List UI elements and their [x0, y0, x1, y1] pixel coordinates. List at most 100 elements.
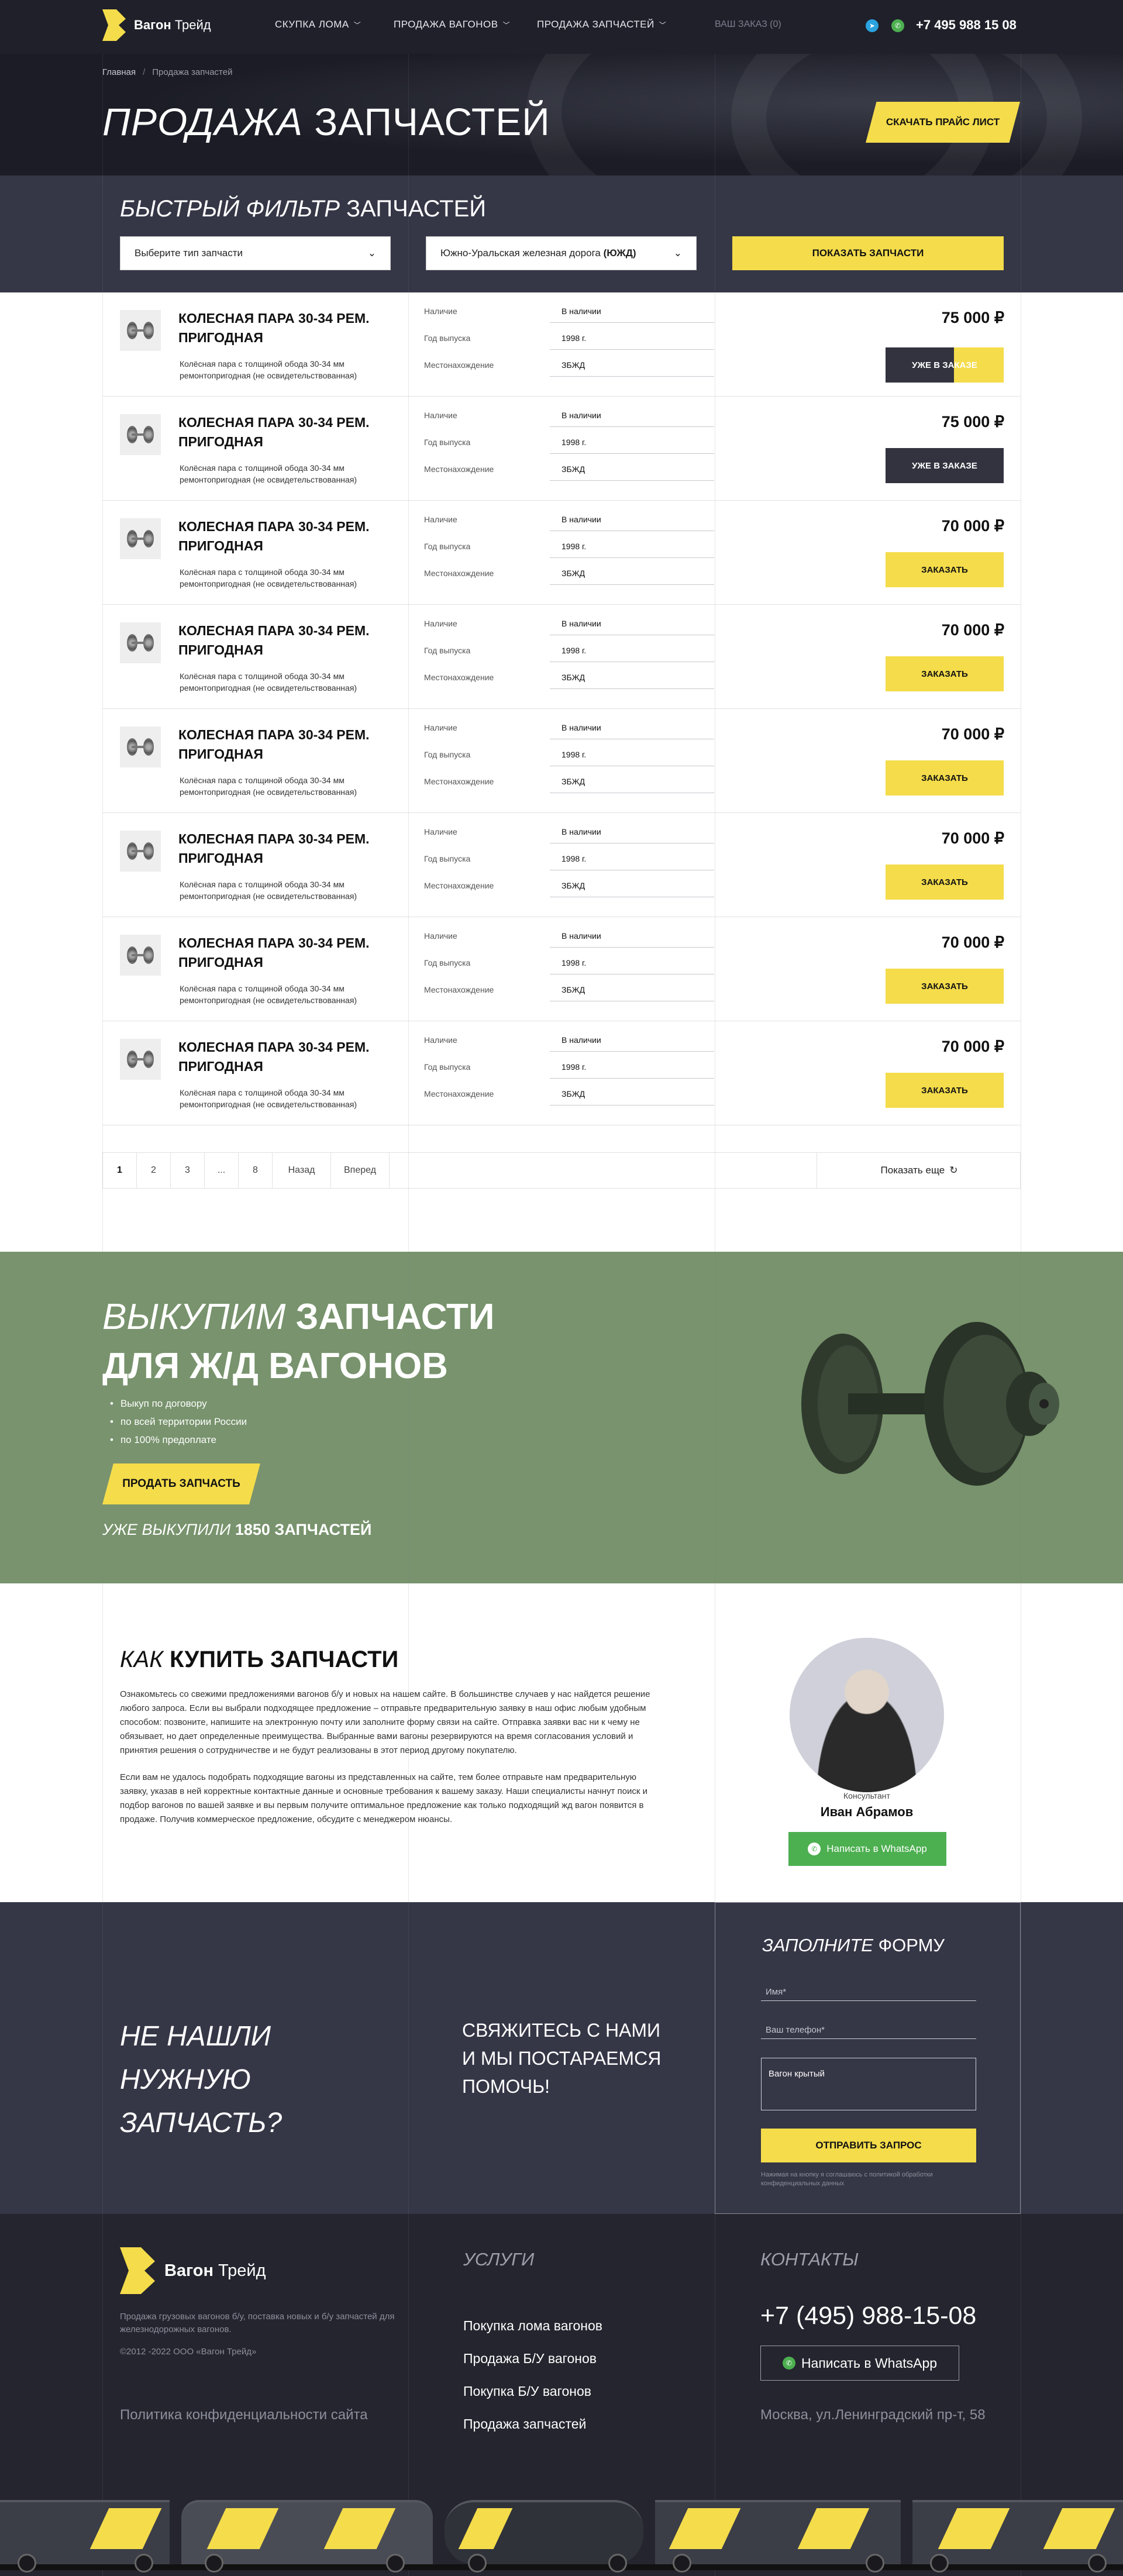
sell-part-button[interactable]: ПРОДАТЬ ЗАПЧАСТЬ — [102, 1463, 260, 1504]
product-name[interactable]: КОЛЕСНАЯ ПАРА 30-34 РЕМ. ПРИГОДНАЯ — [178, 1038, 389, 1076]
spec-value: В наличии — [562, 723, 601, 732]
spec-row: Наличие В наличии — [408, 505, 715, 531]
spec-row: Год выпуска 1998 г. — [408, 636, 715, 662]
page-8[interactable]: 8 — [239, 1153, 273, 1188]
how-title-bold: КУПИТЬ ЗАПЧАСТИ — [169, 1647, 399, 1672]
spec-label: Местонахождение — [424, 777, 494, 786]
header-phone[interactable]: +7 495 988 15 08 — [916, 18, 1017, 33]
product-image[interactable] — [120, 622, 161, 663]
order-button[interactable]: ЗАКАЗАТЬ — [886, 969, 1004, 1004]
product-name[interactable]: КОЛЕСНАЯ ПАРА 30-34 РЕМ. ПРИГОДНАЯ — [178, 621, 389, 660]
phone-field[interactable]: Ваш телефон* — [761, 2021, 976, 2039]
product-row: КОЛЕСНАЯ ПАРА 30-34 РЕМ. ПРИГОДНАЯ Колёсн… — [102, 605, 1021, 709]
product-name[interactable]: КОЛЕСНАЯ ПАРА 30-34 РЕМ. ПРИГОДНАЯ — [178, 829, 389, 868]
spec-label: Год выпуска — [424, 854, 471, 863]
submit-request-button[interactable]: ОТПРАВИТЬ ЗАПРОС — [761, 2129, 976, 2162]
download-price-button[interactable]: СКАЧАТЬ ПРАЙС ЛИСТ — [866, 102, 1020, 143]
footer-logo[interactable]: Вагон Трейд — [120, 2247, 266, 2294]
product-image[interactable] — [120, 726, 161, 767]
spec-row: Год выпуска 1998 г. — [408, 1053, 715, 1079]
privacy-policy-link[interactable]: Политика конфиденциальности сайта — [120, 2407, 368, 2423]
show-parts-button[interactable]: ПОКАЗАТЬ ЗАПЧАСТИ — [732, 236, 1004, 270]
spec-label: Местонахождение — [424, 881, 494, 890]
chevron-down-icon: ﹀ — [353, 20, 361, 29]
product-image[interactable] — [120, 310, 161, 351]
breadcrumb-home[interactable]: Главная — [102, 67, 136, 77]
breadcrumb-separator: / — [143, 67, 146, 77]
spec-label: Местонахождение — [424, 673, 494, 682]
whatsapp-icon[interactable]: ✆ — [891, 19, 904, 32]
product-image[interactable] — [120, 935, 161, 976]
wheelset-icon — [126, 738, 155, 756]
product-name[interactable]: КОЛЕСНАЯ ПАРА 30-34 РЕМ. ПРИГОДНАЯ — [178, 517, 389, 556]
nav-wagon-sale[interactable]: ПРОДАЖА ВАГОНОВ ﹀ — [394, 19, 510, 30]
telegram-icon[interactable]: ➤ — [866, 19, 879, 32]
spec-row: Год выпуска 1998 г. — [408, 428, 715, 454]
product-price: 70 000 ₽ — [941, 829, 1004, 847]
spec-value: 1998 г. — [562, 646, 587, 655]
page-2[interactable]: 2 — [137, 1153, 171, 1188]
product-image[interactable] — [120, 518, 161, 559]
product-price: 75 000 ₽ — [941, 413, 1004, 431]
wheelset-icon — [126, 1051, 155, 1068]
spec-value: 1998 г. — [562, 958, 587, 967]
message-field[interactable]: Вагон крытый — [761, 2058, 976, 2110]
product-name[interactable]: КОЛЕСНАЯ ПАРА 30-34 РЕМ. ПРИГОДНАЯ — [178, 309, 389, 347]
product-price: 75 000 ₽ — [941, 309, 1004, 326]
product-image[interactable] — [120, 1039, 161, 1080]
order-link[interactable]: ВАШ ЗАКАЗ (0) — [715, 19, 781, 30]
footer-phone[interactable]: +7 (495) 988-15-08 — [760, 2302, 976, 2330]
name-field[interactable]: Имя* — [761, 1983, 976, 2001]
site-logo[interactable]: Вагон Трейд — [102, 9, 211, 41]
footer-whatsapp-button[interactable]: ✆ Написать в WhatsApp — [760, 2346, 959, 2381]
select-value: Южно-Уральская железная дорога (ЮЖД) — [440, 247, 636, 259]
product-name[interactable]: КОЛЕСНАЯ ПАРА 30-34 РЕМ. ПРИГОДНАЯ — [178, 413, 389, 452]
product-image[interactable] — [120, 414, 161, 455]
filter-title: БЫСТРЫЙ ФИЛЬТР ЗАПЧАСТЕЙ — [120, 196, 486, 222]
part-type-select[interactable]: Выберите тип запчасти ⌄ — [120, 236, 391, 270]
order-button[interactable]: ЗАКАЗАТЬ — [886, 865, 1004, 900]
footer-copyright: ©2012 -2022 ООО «Вагон Трейд» — [120, 2347, 257, 2357]
spec-row: Наличие В наличии — [408, 1026, 715, 1052]
list-item: Выкуп по договору — [118, 1394, 247, 1413]
show-more-button[interactable]: Показать еще ↻ — [817, 1153, 1021, 1188]
page-3[interactable]: 3 — [171, 1153, 205, 1188]
next-button[interactable]: Вперед — [331, 1153, 390, 1188]
order-button[interactable]: ЗАКАЗАТЬ — [886, 1073, 1004, 1108]
service-link[interactable]: Продажа запчастей — [463, 2408, 602, 2440]
spec-label: Местонахождение — [424, 464, 494, 474]
spec-value: 1998 г. — [562, 854, 587, 863]
product-name[interactable]: КОЛЕСНАЯ ПАРА 30-34 РЕМ. ПРИГОДНАЯ — [178, 725, 389, 764]
services-list: Покупка лома вагонов Продажа Б/У вагонов… — [463, 2309, 602, 2440]
logo-light-text: Трейд — [171, 18, 211, 32]
nav-parts-sale[interactable]: ПРОДАЖА ЗАПЧАСТЕЙ ﹀ — [537, 19, 666, 30]
prev-button[interactable]: Назад — [273, 1153, 331, 1188]
order-button[interactable]: ЗАКАЗАТЬ — [886, 760, 1004, 795]
whatsapp-button[interactable]: ✆ Написать в WhatsApp — [788, 1832, 946, 1866]
spec-row: Год выпуска 1998 г. — [408, 324, 715, 350]
whatsapp-icon: ✆ — [808, 1843, 821, 1855]
spec-label: Год выпуска — [424, 1062, 471, 1072]
spec-row: Год выпуска 1998 г. — [408, 532, 715, 558]
service-link[interactable]: Покупка Б/У вагонов — [463, 2375, 602, 2408]
order-button[interactable]: УЖЕ В ЗАКАЗЕ — [886, 347, 1004, 383]
wheelset-icon — [126, 426, 155, 443]
order-button[interactable]: ЗАКАЗАТЬ — [886, 552, 1004, 587]
order-button[interactable]: ЗАКАЗАТЬ — [886, 656, 1004, 691]
product-name[interactable]: КОЛЕСНАЯ ПАРА 30-34 РЕМ. ПРИГОДНАЯ — [178, 934, 389, 972]
service-link[interactable]: Продажа Б/У вагонов — [463, 2342, 602, 2375]
product-row: КОЛЕСНАЯ ПАРА 30-34 РЕМ. ПРИГОДНАЯ Колёсн… — [102, 1021, 1021, 1125]
product-description: Колёсная пара с толщиной обода 30-34 мм … — [180, 567, 357, 588]
railroad-select[interactable]: Южно-Уральская железная дорога (ЮЖД) ⌄ — [426, 236, 697, 270]
nav-scrap-buy[interactable]: СКУПКА ЛОМА ﹀ — [275, 19, 361, 30]
nav-label: ПРОДАЖА ВАГОНОВ — [394, 19, 498, 30]
product-image[interactable] — [120, 831, 161, 872]
nav-label: ПРОДАЖА ЗАПЧАСТЕЙ — [537, 19, 654, 30]
spec-value: ЗБЖД — [562, 464, 585, 474]
wheelset-icon — [126, 842, 155, 860]
service-link[interactable]: Покупка лома вагонов — [463, 2309, 602, 2342]
how-to-buy-title: КАК КУПИТЬ ЗАПЧАСТИ — [120, 1647, 398, 1673]
page-1[interactable]: 1 — [103, 1153, 137, 1188]
order-button[interactable]: УЖЕ В ЗАКАЗЕ — [886, 448, 1004, 483]
form-title: ЗАПОЛНИТЕ ФОРМУ — [762, 1935, 945, 1956]
